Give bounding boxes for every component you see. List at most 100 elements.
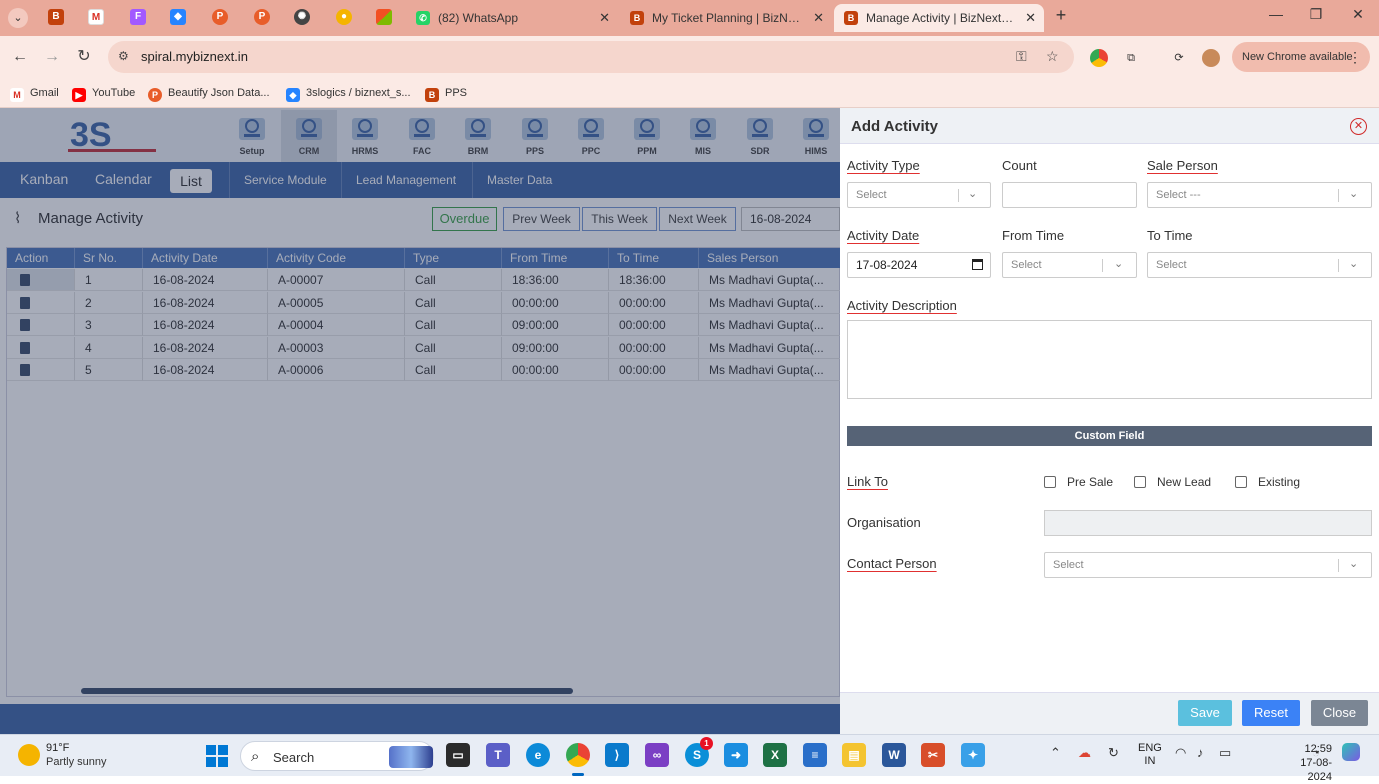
chrome-icon[interactable] [566,743,590,776]
skype-badge: 1 [700,737,713,750]
tab-title: My Ticket Planning | BizNext - A [652,11,802,25]
tab-search-dropdown-icon[interactable]: ⌄ [8,8,28,28]
activity-type-select[interactable]: Select ⌄ [847,182,991,208]
chevron-down-icon: ⌄ [1349,188,1359,200]
app-icon[interactable]: ✦ [961,743,985,767]
pinned-tab-figma-icon[interactable]: F [130,9,146,25]
restore-icon[interactable]: ❐ [1304,6,1328,23]
vscode-icon[interactable]: ⟩ [605,743,629,767]
activity-description-textarea[interactable] [847,320,1372,399]
pinned-tab-chatgpt-icon[interactable]: ✺ [294,9,310,25]
battery-icon[interactable]: ▭ [1219,745,1231,761]
weather-sun-icon[interactable] [18,744,40,766]
checkbox-box[interactable] [1235,476,1247,488]
pinned-tab-p-icon[interactable]: P [212,9,228,25]
bookmark-pps[interactable]: B PPS [425,83,467,103]
chevron-up-icon[interactable]: ⌃ [1050,745,1061,761]
excel-icon[interactable]: X [763,743,787,767]
extensions-puzzle-icon[interactable]: ⧉ [1122,49,1140,67]
pinned-tab-biznext-icon[interactable]: B [48,9,64,25]
new-chrome-available-button[interactable]: New Chrome available ⋮ [1232,42,1370,72]
save-button[interactable]: Save [1178,700,1232,726]
checkbox-box[interactable] [1134,476,1146,488]
visual-studio-icon[interactable]: ∞ [645,743,669,767]
search-highlight-image [389,746,433,768]
contact-person-select[interactable]: Select ⌄ [1044,552,1372,578]
label-to-time: To Time [1147,228,1193,243]
tab-title: Manage Activity | BizNext - An I [866,11,1014,25]
volume-icon[interactable]: ♪ [1197,745,1204,760]
pinned-tab-gmail-icon[interactable]: M [88,9,104,25]
reset-button[interactable]: Reset [1242,700,1300,726]
task-view-icon[interactable]: ▭ [446,743,470,767]
gmail-icon: M [10,88,24,102]
add-activity-drawer: Add Activity ✕ Activity Type Count Sale … [840,108,1379,734]
notepad-icon[interactable]: ≡ [803,743,827,767]
modal-backdrop[interactable] [0,108,840,734]
to-time-select[interactable]: Select ⌄ [1147,252,1372,278]
tab-whatsapp[interactable]: ✆ (82) WhatsApp ✕ [406,4,618,32]
pinned-tab-p2-icon[interactable]: P [254,9,270,25]
tray-app-icon[interactable]: ☁ [1078,745,1091,761]
bookmark-gmail[interactable]: M Gmail [10,83,59,103]
sale-person-select[interactable]: Select --- ⌄ [1147,182,1372,208]
bookmark-3slogics[interactable]: ◆ 3slogics / biznext_s... [286,83,411,103]
copilot-icon[interactable] [1342,743,1360,761]
close-button[interactable]: Close [1311,700,1368,726]
close-tab-icon[interactable]: ✕ [599,4,610,32]
language-indicator[interactable]: ENG IN [1138,742,1162,768]
forward-icon[interactable]: → [40,45,64,69]
label-activity-description: Activity Description [847,298,957,313]
new-tab-icon[interactable]: + [1049,5,1073,26]
minimize-icon[interactable]: — [1264,6,1288,22]
sync-icon[interactable]: ⟳ [1170,49,1188,67]
back-icon[interactable]: ← [8,45,32,69]
activity-date-input[interactable]: 17-08-2024 [847,252,991,278]
close-window-icon[interactable]: ✕ [1346,6,1370,23]
file-explorer-icon[interactable]: ▤ [842,743,866,767]
pinned-tab-bitbucket-icon[interactable]: ◆ [170,9,186,25]
word-icon[interactable]: W [882,743,906,767]
bookmark-youtube[interactable]: ▶ YouTube [72,83,135,103]
sync-tray-icon[interactable]: ↻ [1108,745,1119,761]
snipping-tool-icon[interactable]: ✂ [921,743,945,767]
label-activity-date: Activity Date [847,228,920,243]
label-activity-type: Activity Type [847,158,920,173]
checkbox-new-lead[interactable]: New Lead [1134,475,1211,489]
tab-ticket-planning[interactable]: B My Ticket Planning | BizNext - A ✕ [620,4,832,32]
wifi-icon[interactable]: ◠ [1175,745,1186,761]
checkbox-box[interactable] [1044,476,1056,488]
notification-bell-icon[interactable]: ◔ [1312,745,1320,760]
close-tab-icon[interactable]: ✕ [813,4,824,32]
clock-time: 12:59 [1304,743,1332,755]
calendar-icon[interactable] [972,259,983,270]
count-input[interactable] [1002,182,1137,208]
bookmark-star-icon[interactable]: ☆ [1046,48,1059,65]
lang-eng: ENG [1138,742,1162,754]
checkbox-pre-sale[interactable]: Pre Sale [1044,475,1113,489]
chrome-extension-icon[interactable] [1090,49,1108,67]
search-label: Search [273,750,315,765]
bookmark-beautify-json[interactable]: P Beautify Json Data... [148,83,270,103]
site-info-icon[interactable]: ⚙ [118,49,129,63]
pinned-tab-keep-icon[interactable]: ● [336,9,352,25]
windows-start-icon[interactable] [206,745,228,767]
password-key-icon[interactable]: ⚿ [1016,48,1027,65]
reload-icon[interactable]: ↻ [72,45,96,69]
skype-icon[interactable]: S1 [685,737,713,767]
menu-kebab-icon[interactable]: ⋮ [1348,42,1362,72]
taskbar-search[interactable]: ⌕ Search [240,741,434,771]
teams-icon[interactable]: T [486,743,510,767]
system-clock[interactable]: 12:59 17-08-2024 [1278,742,1332,784]
checkbox-existing[interactable]: Existing [1235,475,1300,489]
close-circle-icon[interactable]: ✕ [1350,118,1367,135]
youtube-icon: ▶ [72,88,86,102]
pinned-tab-microsoft-icon[interactable] [376,9,392,25]
edge-icon[interactable]: e [526,743,550,767]
address-bar[interactable]: ⚙ spiral.mybiznext.in ⚿ ☆ [108,41,1074,73]
close-tab-icon[interactable]: ✕ [1025,4,1036,32]
from-time-select[interactable]: Select ⌄ [1002,252,1137,278]
profile-avatar[interactable] [1202,49,1220,67]
tab-manage-activity[interactable]: B Manage Activity | BizNext - An I ✕ [834,4,1044,32]
arrow-app-icon[interactable]: ➜ [724,743,748,767]
